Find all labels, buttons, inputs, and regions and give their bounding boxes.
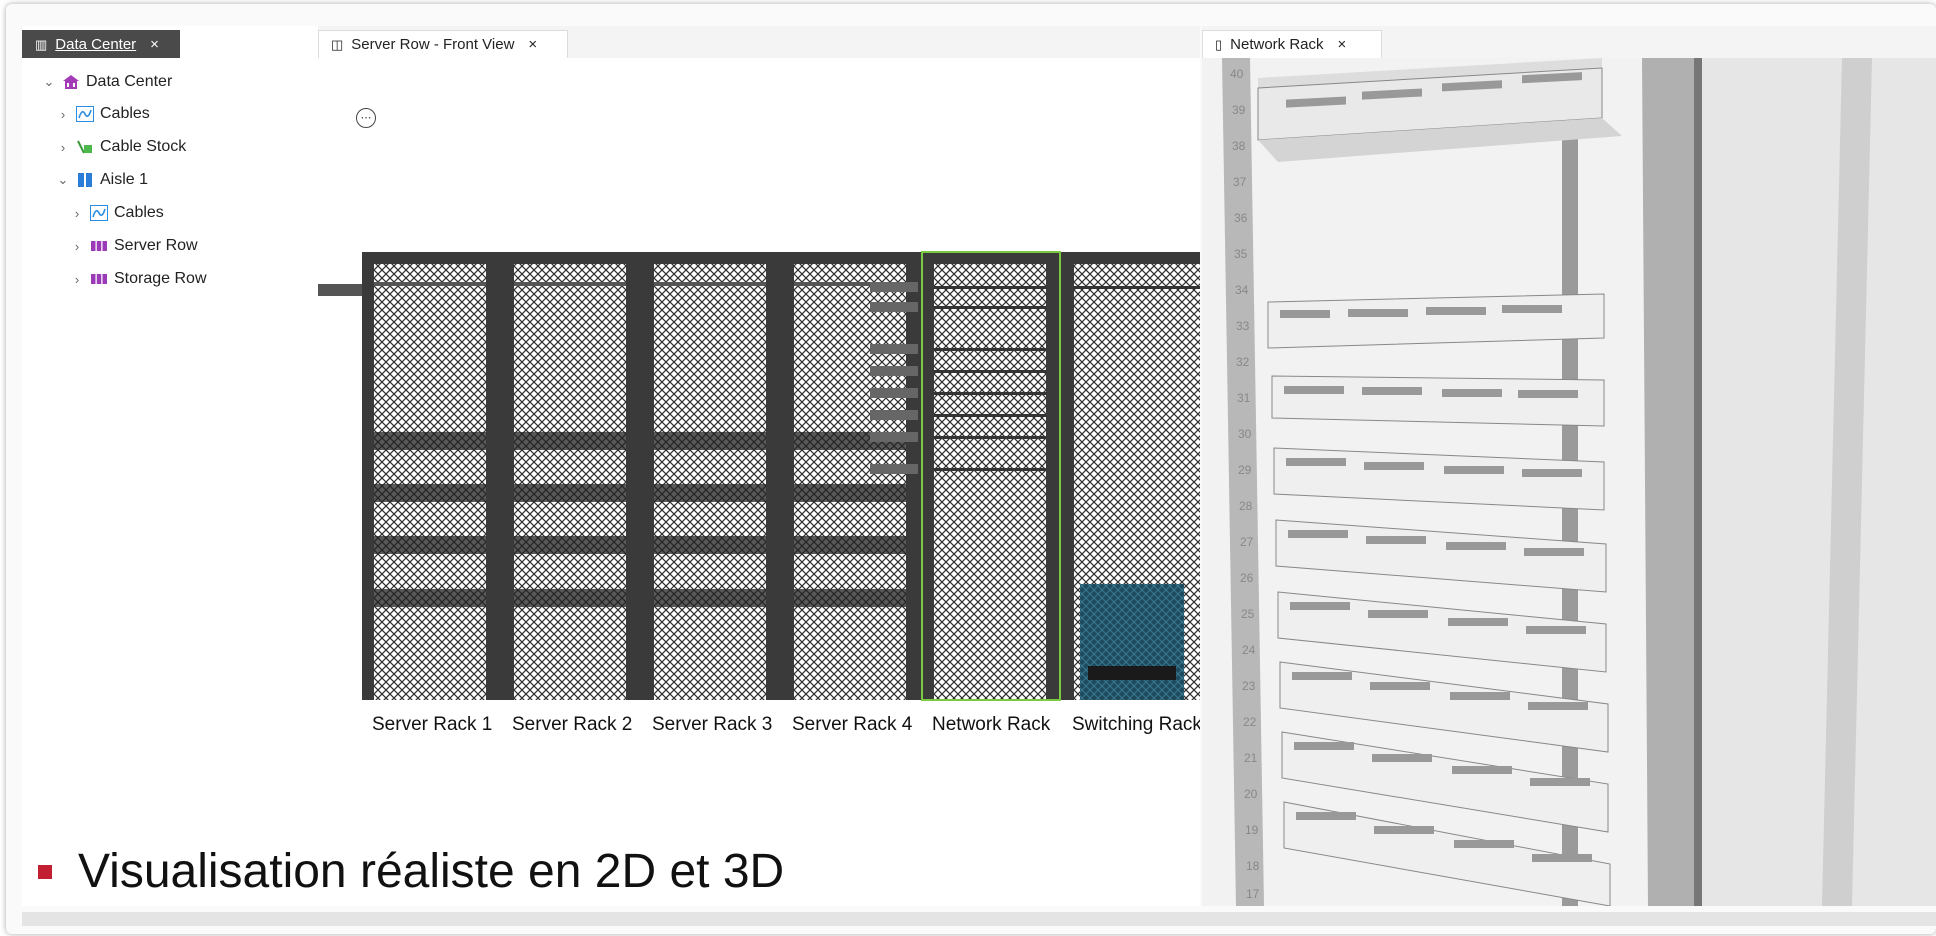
unit-number: 32 [1236, 355, 1250, 369]
unit-number: 25 [1241, 607, 1255, 621]
unit-number: 22 [1243, 715, 1257, 729]
front-view-panel: ◫ Server Row - Front View × ⋯ Server Rac… [318, 26, 1200, 906]
unit-number: 33 [1236, 319, 1250, 333]
tree-node-label: Data Center [86, 73, 173, 90]
tree-node-label: Storage Row [114, 270, 207, 287]
chevron-right-icon[interactable]: › [70, 239, 84, 254]
unit-number: 37 [1233, 175, 1247, 189]
unit-number: 27 [1240, 535, 1254, 549]
row-icon [91, 241, 107, 251]
network-rack[interactable] [921, 251, 1061, 701]
tree-node-storage-row[interactable]: › Storage Row [70, 267, 207, 291]
front-view-icon: ◫ [331, 36, 344, 52]
tree-node-aisle-cables[interactable]: › Cables [70, 201, 164, 225]
unit-number: 28 [1239, 499, 1253, 513]
close-icon[interactable]: × [1338, 36, 1347, 53]
patch-panel[interactable] [1271, 375, 1605, 427]
tree-node-label: Server Row [114, 237, 198, 254]
unit-number: 29 [1238, 463, 1252, 477]
tree-tabbar: ▥ Data Center × [22, 26, 318, 58]
row-icon [91, 274, 107, 284]
bottom-scrollbar[interactable] [22, 912, 1936, 926]
unit-number: 36 [1234, 211, 1248, 225]
unit-number: 31 [1237, 391, 1251, 405]
tree-node-aisle-1[interactable]: ⌄ Aisle 1 [56, 168, 148, 192]
chevron-down-icon[interactable]: ⌄ [42, 74, 56, 90]
tree-node-cables[interactable]: › Cables [56, 102, 150, 126]
server-rack-3[interactable] [654, 264, 766, 700]
rack-icon: ▯ [1215, 36, 1223, 52]
unit-number: 19 [1245, 823, 1259, 837]
rack-right-post [1642, 58, 1694, 906]
rack-3d-tabbar: ▯ Network Rack × [1202, 26, 1936, 58]
rack-right-post-shade [1694, 58, 1702, 906]
tab-network-rack[interactable]: ▯ Network Rack × [1202, 30, 1382, 58]
unit-number: 18 [1246, 859, 1260, 873]
tree-node-cable-stock[interactable]: › Cable Stock [56, 135, 186, 159]
unit-number: 30 [1238, 427, 1252, 441]
aisle-icon [78, 173, 92, 187]
tree-tab-icon: ▥ [35, 36, 48, 52]
rack-label-4: Server Rack 4 [792, 714, 913, 735]
unit-number: 23 [1242, 679, 1256, 693]
chevron-right-icon[interactable]: › [70, 206, 84, 221]
unit-number: 35 [1234, 247, 1248, 261]
tree-node-label: Cables [114, 204, 164, 221]
close-icon[interactable]: × [150, 36, 159, 53]
server-rack-4[interactable] [794, 264, 918, 700]
caption-text: Visualisation réaliste en 2D et 3D [78, 845, 785, 898]
chevron-right-icon[interactable]: › [56, 140, 70, 155]
rack-label-3: Server Rack 3 [652, 714, 773, 735]
unit-number: 21 [1244, 751, 1258, 765]
unit-number: 24 [1242, 643, 1256, 657]
rack-3d-canvas[interactable]: 40 39 38 37 36 35 34 33 32 31 30 29 28 2… [1202, 58, 1936, 906]
tab-server-row-front-view[interactable]: ◫ Server Row - Front View × [318, 30, 568, 58]
server-rack-1[interactable] [374, 264, 486, 700]
front-view-tabbar: ◫ Server Row - Front View × [318, 26, 1200, 58]
unit-number: 17 [1246, 887, 1260, 901]
patch-panel[interactable] [1267, 293, 1605, 349]
tab-label: Data Center [55, 36, 137, 53]
unit-number: 26 [1240, 571, 1254, 585]
tree-node-server-row[interactable]: › Server Row [70, 234, 198, 258]
switching-rack[interactable] [1074, 264, 1200, 700]
slide-caption: Visualisation réaliste en 2D et 3D [38, 844, 784, 899]
chevron-right-icon[interactable]: › [70, 272, 84, 287]
chevron-down-icon[interactable]: ⌄ [56, 172, 70, 188]
rack-label-switching: Switching Rack [1072, 714, 1200, 735]
tree-node-data-center[interactable]: ⌄ Data Center [42, 70, 173, 94]
chevron-right-icon[interactable]: › [56, 107, 70, 122]
cable-tray [318, 284, 364, 296]
cables-icon [76, 106, 94, 122]
tab-label: Network Rack [1230, 36, 1324, 53]
tree-panel: ▥ Data Center × ⌄ Data Center › Cables ›… [22, 26, 318, 906]
rack-row-canvas[interactable] [318, 86, 1200, 866]
unit-number: 20 [1244, 787, 1258, 801]
rack-label-switching-clip: Switching Rack [1066, 714, 1200, 744]
close-icon[interactable]: × [528, 36, 537, 53]
tab-data-center[interactable]: ▥ Data Center × [22, 30, 180, 58]
tree-node-label: Cables [100, 105, 150, 122]
unit-number: 39 [1232, 103, 1246, 117]
cables-icon [90, 205, 108, 221]
tab-label: Server Row - Front View [351, 36, 515, 53]
rack-side-panel [1702, 58, 1936, 906]
cable-stock-icon [77, 140, 92, 154]
unit-number: 38 [1232, 139, 1246, 153]
server-rack-2[interactable] [514, 264, 626, 700]
rack-label-1: Server Rack 1 [372, 714, 493, 735]
unit-number: 34 [1235, 283, 1249, 297]
rack-3d-panel: ▯ Network Rack × 40 39 38 37 36 35 34 33… [1202, 26, 1936, 906]
unit-number: 40 [1230, 67, 1244, 81]
bullet-icon [38, 864, 52, 879]
application-frame: ▥ Data Center × ⌄ Data Center › Cables ›… [6, 4, 1936, 934]
tree-node-label: Cable Stock [100, 138, 187, 155]
rack-label-network: Network Rack [932, 714, 1051, 735]
rack-label-2: Server Rack 2 [512, 714, 633, 735]
tree-node-label: Aisle 1 [100, 171, 149, 188]
datacenter-icon [63, 75, 79, 89]
